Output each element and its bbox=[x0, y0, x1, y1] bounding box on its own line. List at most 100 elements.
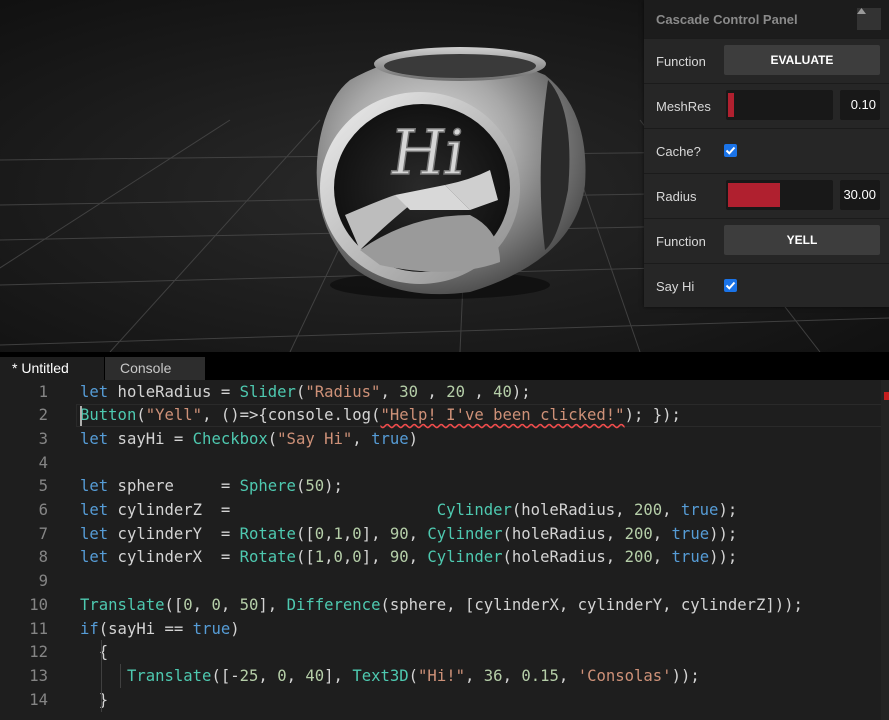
line-code: let sayHi = Checkbox("Say Hi", true) bbox=[80, 428, 418, 452]
code-line[interactable]: 10 Translate([0, 0, 50], Difference(spher… bbox=[0, 594, 884, 618]
code-token: let bbox=[80, 477, 109, 496]
code-token: true bbox=[680, 501, 719, 519]
line-number: 10 bbox=[29, 595, 48, 614]
evaluate-button[interactable]: EVALUATE bbox=[724, 45, 880, 75]
line-code: let cylinderY = Rotate([0,1,0], 90, Cyli… bbox=[80, 523, 737, 547]
code-token: Text3D bbox=[352, 666, 409, 685]
radius-slider[interactable] bbox=[726, 180, 833, 210]
radius-value-input[interactable]: 30.00 bbox=[840, 180, 880, 210]
code-token: "Yell" bbox=[145, 406, 203, 425]
line-number: 13 bbox=[29, 666, 48, 685]
code-token: 1 bbox=[314, 548, 325, 567]
code-token: 40 bbox=[493, 382, 512, 401]
code-token: , bbox=[342, 524, 353, 543]
3d-viewport[interactable]: Hi Cascade Control Panel Function EVALUA… bbox=[0, 0, 889, 352]
code-token: 0.15 bbox=[521, 666, 559, 685]
control-panel-header: Cascade Control Panel bbox=[644, 0, 889, 38]
control-row-say-hi: Say Hi bbox=[644, 263, 889, 308]
code-token: cylinderX = bbox=[108, 548, 240, 567]
code-token: 1 bbox=[333, 524, 343, 543]
code-line[interactable]: 13 Translate([-25, 0, 40], Text3D("Hi!",… bbox=[0, 665, 884, 689]
code-token: Cylinder bbox=[436, 501, 512, 519]
code-line[interactable]: 3 let sayHi = Checkbox("Say Hi", true) bbox=[0, 428, 884, 452]
code-token: 50 bbox=[239, 595, 259, 614]
code-token: "Radius" bbox=[305, 382, 381, 401]
tab-console[interactable]: Console bbox=[105, 357, 205, 380]
code-token: ) bbox=[408, 429, 419, 448]
checkmark-icon bbox=[725, 146, 736, 155]
control-panel: Cascade Control Panel Function EVALUATE … bbox=[644, 0, 889, 307]
yell-button[interactable]: YELL bbox=[724, 225, 880, 255]
code-line[interactable]: 1 let holeRadius = Slider("Radius", 30 , … bbox=[0, 381, 884, 405]
line-number: 6 bbox=[38, 501, 48, 519]
indent-guide bbox=[120, 664, 121, 688]
code-token: 36 bbox=[483, 666, 503, 685]
code-token: true bbox=[671, 548, 710, 567]
code-token: ); bbox=[511, 382, 531, 401]
triangle-up-icon bbox=[857, 8, 866, 14]
code-line[interactable]: 6 let cylinderZ = Cylinder(holeRadius, 20… bbox=[0, 499, 884, 523]
code-token: (sayHi == bbox=[98, 619, 193, 638]
code-token: , bbox=[418, 382, 447, 401]
code-token: 40 bbox=[305, 666, 325, 685]
code-line[interactable]: 4 bbox=[0, 452, 884, 476]
code-token: ], bbox=[324, 666, 353, 685]
line-number: 12 bbox=[29, 643, 48, 662]
meshres-value-input[interactable]: 0.10 bbox=[840, 90, 880, 120]
code-token: 90 bbox=[389, 548, 409, 567]
code-line[interactable]: 2 Button("Yell", ()=>{console.log("Help! … bbox=[0, 404, 884, 428]
code-token: "Hi!" bbox=[418, 666, 465, 685]
code-token: ) bbox=[230, 619, 240, 638]
code-token: ([- bbox=[211, 666, 240, 685]
editor-scrollbar[interactable] bbox=[881, 380, 889, 720]
line-code: Translate([-25, 0, 40], Text3D("Hi!", 36… bbox=[80, 665, 700, 689]
cache-checkbox[interactable] bbox=[724, 144, 737, 157]
code-token: 'Consolas' bbox=[577, 666, 672, 685]
tab-untitled[interactable]: * Untitled bbox=[0, 357, 104, 380]
code-token: ( bbox=[408, 666, 419, 685]
code-line[interactable]: 7 let cylinderY = Rotate([0,1,0], 90, Cyl… bbox=[0, 523, 884, 547]
code-token: , bbox=[220, 595, 240, 614]
code-token: , bbox=[558, 666, 578, 685]
code-line[interactable]: 8 let cylinderX = Rotate([1,0,0], 90, Cyl… bbox=[0, 546, 884, 570]
line-number: 2 bbox=[38, 406, 48, 425]
code-token: true bbox=[192, 619, 231, 638]
code-line[interactable]: 11 if(sayHi == true) bbox=[0, 618, 884, 642]
code-editor[interactable]: 1 let holeRadius = Slider("Radius", 30 , … bbox=[0, 380, 889, 720]
line-code: let cylinderX = Rotate([1,0,0], 90, Cyli… bbox=[80, 546, 737, 570]
code-line[interactable]: 5 let sphere = Sphere(50); bbox=[0, 475, 884, 499]
code-token: ([ bbox=[295, 548, 315, 567]
control-label: Function bbox=[656, 234, 706, 249]
slider-fill bbox=[728, 93, 735, 117]
control-label: Radius bbox=[656, 189, 697, 204]
say-hi-checkbox[interactable] bbox=[724, 279, 737, 292]
checkmark-icon bbox=[725, 281, 736, 290]
code-token: true bbox=[371, 429, 409, 448]
code-token: , bbox=[464, 382, 494, 401]
indent-guide bbox=[101, 640, 102, 712]
code-token: Slider bbox=[239, 382, 296, 401]
code-token: 0 bbox=[211, 595, 221, 614]
line-code: Button("Yell", ()=>{console.log("Help! I… bbox=[80, 404, 681, 428]
code-token: 25 bbox=[239, 666, 259, 685]
code-token: ( bbox=[295, 382, 306, 401]
code-token: )); bbox=[709, 524, 738, 543]
code-token: holeRadius = bbox=[108, 382, 240, 401]
code-token: "Say Hi" bbox=[277, 429, 353, 448]
code-token: ], bbox=[361, 524, 390, 543]
code-token: ( bbox=[136, 406, 146, 425]
collapse-button[interactable] bbox=[857, 8, 881, 30]
line-code: let holeRadius = Slider("Radius", 30 , 2… bbox=[80, 381, 531, 405]
code-token: 50 bbox=[305, 477, 325, 496]
code-line[interactable]: 14 } bbox=[0, 689, 884, 713]
code-token: if bbox=[80, 619, 99, 638]
code-token: ); bbox=[718, 501, 738, 519]
code-token: sayHi = bbox=[108, 429, 193, 448]
code-token: , bbox=[352, 429, 372, 448]
meshres-slider[interactable] bbox=[726, 90, 833, 120]
code-line[interactable]: 12 { bbox=[0, 641, 884, 665]
code-token: , bbox=[408, 548, 428, 567]
code-line[interactable]: 9 bbox=[0, 570, 884, 594]
code-token: 0 bbox=[277, 666, 287, 685]
code-token: ([ bbox=[164, 595, 184, 614]
